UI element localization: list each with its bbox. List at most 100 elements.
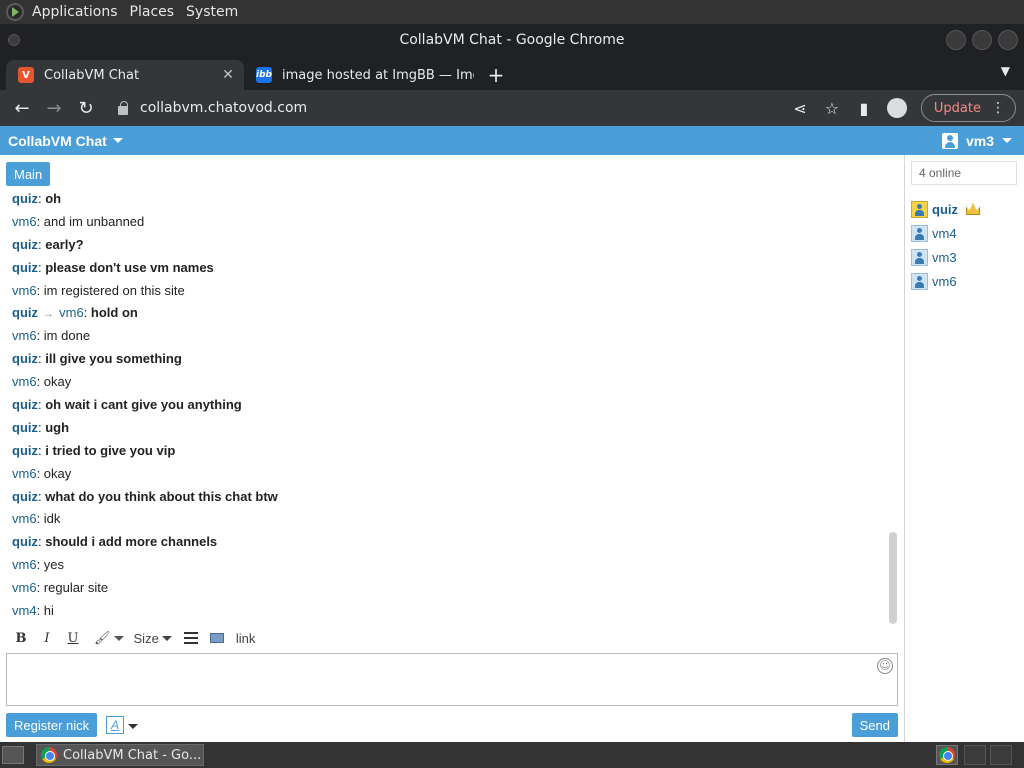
tray-chrome-icon[interactable]: [936, 745, 958, 765]
size-dropdown[interactable]: Size: [134, 631, 172, 646]
message-nick[interactable]: quiz: [12, 351, 38, 366]
maximize-button[interactable]: [972, 30, 992, 50]
message-text: oh: [45, 191, 62, 206]
tab-imgbb[interactable]: ibb image hosted at ImgBB — Img: [244, 60, 482, 90]
address-bar[interactable]: collabvm.chatovod.com: [110, 94, 860, 122]
message-text: and im unbanned: [43, 213, 145, 229]
message-recipient[interactable]: vm6: [59, 305, 84, 320]
more-icon: ⋮: [991, 100, 1005, 116]
italic-button[interactable]: I: [34, 631, 60, 646]
workspace-2-button[interactable]: [990, 745, 1012, 765]
chat-message: quiz: oh wait i cant give you anything: [12, 397, 242, 413]
side-panel-icon[interactable]: ▮: [855, 99, 873, 118]
reload-icon[interactable]: ↻: [70, 98, 102, 119]
message-nick[interactable]: vm6: [12, 557, 37, 572]
message-text: hold on: [90, 305, 138, 321]
scrollbar-thumb[interactable]: [889, 532, 897, 624]
chat-message: vm6: idk: [12, 511, 61, 527]
brand-menu[interactable]: CollabVM Chat: [0, 133, 123, 149]
user-sidebar: 4 online quiz vm4 vm3 vm6: [904, 155, 1024, 742]
star-icon[interactable]: ☆: [823, 99, 841, 118]
user-name: vm4: [932, 225, 957, 241]
crown-icon: [966, 203, 980, 215]
message-nick[interactable]: quiz: [12, 443, 38, 458]
chat-message: quiz: early?: [12, 236, 84, 252]
user-list-item[interactable]: quiz: [911, 197, 980, 221]
close-window-button[interactable]: [998, 30, 1018, 50]
format-toggle-button[interactable]: A: [106, 716, 124, 734]
forward-icon[interactable]: →: [38, 98, 70, 119]
message-nick[interactable]: vm6: [12, 214, 37, 229]
top-panel: Applications Places System: [0, 0, 1024, 24]
share-icon[interactable]: ⋖: [791, 99, 809, 118]
window-titlebar: CollabVM Chat - Google Chrome: [0, 24, 1024, 56]
message-nick[interactable]: vm4: [12, 603, 37, 618]
close-icon[interactable]: ✕: [220, 67, 236, 83]
menu-places[interactable]: Places: [128, 4, 185, 20]
profile-icon[interactable]: [886, 98, 907, 118]
user-list-item[interactable]: vm4: [911, 221, 980, 245]
message-nick[interactable]: quiz: [12, 305, 38, 320]
update-button[interactable]: Update ⋮: [920, 94, 1016, 122]
image-icon[interactable]: [209, 633, 224, 643]
user-list-item[interactable]: vm3: [911, 245, 980, 269]
underline-button[interactable]: U: [60, 631, 86, 646]
message-nick[interactable]: vm6: [12, 374, 37, 389]
tab-title: CollabVM Chat: [44, 67, 140, 83]
message-nick[interactable]: quiz: [12, 420, 38, 435]
channel-tab-main[interactable]: Main: [6, 162, 51, 186]
message-nick[interactable]: vm6: [12, 466, 37, 481]
send-button[interactable]: Send: [851, 713, 898, 737]
user-icon: [911, 224, 928, 242]
applications-icon[interactable]: [6, 3, 24, 21]
brand-title: CollabVM Chat: [8, 132, 107, 149]
message-nick[interactable]: vm6: [12, 328, 37, 343]
message-nick[interactable]: quiz: [12, 489, 38, 504]
message-text: should i add more channels: [45, 534, 218, 550]
message-nick[interactable]: vm6: [12, 580, 37, 595]
user-menu[interactable]: vm3: [941, 132, 1012, 149]
menu-system[interactable]: System: [184, 4, 248, 20]
message-nick[interactable]: quiz: [12, 191, 38, 206]
menu-applications[interactable]: Applications: [30, 4, 128, 20]
user-icon: [911, 200, 928, 218]
browser-toolbar: ← → ↻ collabvm.chatovod.com ⋖ ☆ ▮ Update…: [0, 90, 1024, 126]
chat-message: vm6: and im unbanned: [12, 213, 145, 229]
chat-message: quiz: oh: [12, 191, 62, 206]
text-color-button[interactable]: 🖌: [94, 630, 124, 646]
url-text[interactable]: collabvm.chatovod.com: [140, 100, 307, 116]
window-menu-icon[interactable]: [8, 34, 20, 46]
task-title: CollabVM Chat - Go...: [63, 747, 202, 763]
message-text: im done: [43, 328, 91, 344]
message-nick[interactable]: vm6: [12, 283, 37, 298]
list-icon[interactable]: [183, 632, 198, 644]
minimize-button[interactable]: [946, 30, 966, 50]
back-icon[interactable]: ←: [6, 98, 38, 119]
user-list-item[interactable]: vm6: [911, 269, 980, 293]
chevron-down-icon[interactable]: ▼: [1001, 64, 1010, 78]
smiley-icon[interactable]: ☺: [877, 658, 893, 674]
message-nick[interactable]: quiz: [12, 237, 38, 252]
message-nick[interactable]: vm6: [12, 511, 37, 526]
chat-message: quiz: what do you think about this chat …: [12, 488, 278, 504]
lock-icon[interactable]: [118, 100, 128, 115]
new-tab-button[interactable]: +: [482, 60, 510, 90]
chat-message: quiz: i tried to give you vip: [12, 442, 176, 458]
message-input[interactable]: ☺: [6, 653, 898, 706]
message-text: regular site: [43, 580, 109, 596]
taskbar-task-chrome[interactable]: CollabVM Chat - Go...: [36, 744, 204, 766]
message-nick[interactable]: quiz: [12, 397, 38, 412]
chat-message: vm6: regular site: [12, 580, 109, 596]
tab-collabvm-chat[interactable]: V CollabVM Chat ✕: [6, 60, 244, 90]
workspace-1-button[interactable]: [964, 745, 986, 765]
register-nick-button[interactable]: Register nick: [6, 713, 98, 737]
message-text: okay: [43, 374, 72, 390]
message-nick[interactable]: quiz: [12, 534, 38, 549]
message-nick[interactable]: quiz: [12, 260, 38, 275]
collabvm-icon: V: [18, 67, 34, 83]
chat-message: quiz: should i add more channels: [12, 534, 218, 550]
bold-button[interactable]: B: [8, 631, 34, 646]
caret-down-icon[interactable]: [128, 724, 138, 729]
show-desktop-icon[interactable]: [2, 746, 24, 764]
link-button[interactable]: link: [236, 631, 256, 646]
